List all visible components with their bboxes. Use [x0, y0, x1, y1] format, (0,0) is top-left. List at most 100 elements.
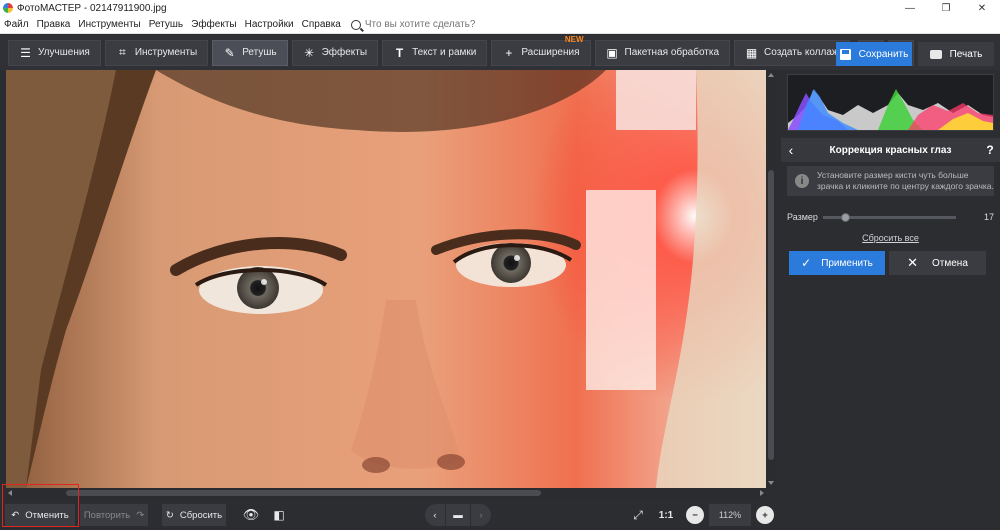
menu-tools[interactable]: Инструменты: [74, 19, 144, 30]
menu-retouch[interactable]: Ретушь: [145, 19, 187, 30]
size-control: Размер 17: [787, 210, 994, 224]
reset-all-link[interactable]: Сбросить все: [781, 233, 1000, 243]
size-slider[interactable]: [823, 212, 956, 222]
magic-wand-icon: ✳: [304, 45, 315, 60]
zoom-in-button[interactable]: +: [756, 506, 774, 524]
apply-button[interactable]: ✓ Применить: [789, 251, 885, 275]
floppy-icon: [839, 48, 851, 60]
tab-label: Ретушь: [242, 47, 277, 58]
vertical-scrollbar[interactable]: [766, 70, 776, 488]
reset-label: Сбросить: [179, 509, 223, 521]
size-label: Размер: [787, 212, 818, 222]
redo-icon: ↷: [136, 509, 145, 521]
folder-icon: ▬: [453, 509, 463, 521]
scroll-right-icon[interactable]: [760, 490, 764, 496]
search-input[interactable]: [364, 19, 485, 30]
cancel-button[interactable]: ✕ Отмена: [889, 251, 986, 275]
compare-button[interactable]: ◧: [268, 504, 290, 526]
back-arrow-icon[interactable]: ‹: [781, 142, 801, 158]
horizontal-scroll-thumb[interactable]: [66, 490, 541, 496]
fit-to-screen-button[interactable]: ⤢: [627, 504, 649, 526]
close-icon: ✕: [907, 255, 918, 270]
tab-label: Пакетная обработка: [624, 47, 720, 58]
text-icon: T: [395, 45, 404, 60]
zoom-out-button[interactable]: −: [686, 506, 704, 524]
previous-image-button[interactable]: ‹: [425, 504, 445, 526]
tab-batch-processing[interactable]: ▣ Пакетная обработка: [594, 39, 731, 66]
collage-icon: ▦: [745, 45, 758, 60]
close-button[interactable]: ✕: [964, 0, 1000, 16]
scroll-left-icon[interactable]: [8, 490, 12, 496]
reset-button[interactable]: ↻ Сбросить: [162, 504, 226, 526]
tab-label: Создать коллаж: [764, 47, 839, 58]
app-logo-icon: [3, 3, 13, 13]
info-box: i Установите размер кисти чуть больше зр…: [787, 166, 994, 196]
info-icon: i: [795, 174, 809, 188]
actual-size-button[interactable]: 1:1: [655, 504, 677, 526]
menu-edit[interactable]: Правка: [33, 19, 75, 30]
brush-icon: ✎: [224, 45, 235, 60]
tab-extensions[interactable]: + Расширения NEW: [491, 35, 591, 66]
panel-title: Коррекция красных глаз: [829, 144, 952, 156]
command-search: [350, 19, 485, 30]
tab-label: Эффекты: [321, 47, 368, 58]
printer-icon: [929, 49, 942, 59]
print-label: Печать: [949, 48, 983, 60]
help-icon[interactable]: ?: [980, 143, 1000, 157]
tab-effects[interactable]: ✳ Эффекты: [291, 39, 379, 66]
undo-button[interactable]: ↶ Отменить: [5, 504, 75, 526]
maximize-button[interactable]: ❐: [928, 0, 964, 16]
histogram: [787, 74, 994, 131]
size-value: 17: [983, 212, 994, 222]
open-folder-button[interactable]: ▬: [446, 504, 470, 526]
minimize-button[interactable]: —: [892, 0, 928, 16]
horizontal-scrollbar[interactable]: [6, 488, 766, 498]
eye-icon: 👁: [242, 507, 260, 522]
tab-label: Текст и рамки: [412, 47, 477, 58]
zoom-value[interactable]: 112%: [709, 504, 751, 526]
bottom-bar: ↶ Отменить Повторить ↷ ↻ Сбросить 👁 ◧ ‹ …: [0, 499, 781, 530]
next-image-button[interactable]: ›: [471, 504, 491, 526]
photo-canvas[interactable]: [6, 70, 766, 488]
histogram-graph: [788, 89, 993, 130]
plus-icon: +: [505, 45, 513, 60]
window-controls: — ❐ ✕: [892, 0, 1000, 16]
tab-retouch[interactable]: ✎ Ретушь: [212, 39, 288, 66]
reset-icon: ↻: [165, 509, 174, 521]
vertical-scroll-thumb[interactable]: [768, 170, 774, 460]
tab-text-frames[interactable]: T Текст и рамки: [382, 39, 488, 66]
scroll-down-icon[interactable]: [768, 481, 774, 485]
save-button[interactable]: Сохранить: [836, 42, 912, 66]
window-title: ФотоМАСТЕР - 02147911900.jpg: [17, 2, 167, 14]
print-button[interactable]: Печать: [918, 42, 994, 66]
search-icon: [350, 19, 361, 30]
cancel-label: Отмена: [932, 257, 968, 269]
preview-eye-button[interactable]: 👁: [240, 504, 262, 526]
right-panel: ‹ Коррекция красных глаз ? i Установите …: [781, 70, 1000, 530]
redo-label: Повторить: [83, 509, 131, 521]
minus-icon: −: [692, 509, 698, 521]
crop-icon: ⌗: [118, 45, 126, 59]
tab-label: Улучшения: [38, 47, 90, 58]
undo-label: Отменить: [25, 509, 69, 521]
scroll-up-icon[interactable]: [768, 73, 774, 77]
menu-effects[interactable]: Эффекты: [187, 19, 240, 30]
info-text: Установите размер кисти чуть больше зрач…: [817, 170, 994, 191]
new-badge: NEW: [564, 34, 584, 44]
menu-bar: Файл Правка Инструменты Ретушь Эффекты Н…: [0, 16, 1000, 34]
menu-file[interactable]: Файл: [0, 19, 33, 30]
portrait-photo: [6, 70, 766, 488]
batch-icon: ▣: [606, 45, 618, 60]
tab-tools[interactable]: ⌗ Инструменты: [104, 39, 209, 66]
undo-icon: ↶: [11, 509, 20, 521]
plus-icon: +: [762, 509, 768, 521]
title-bar: ФотоМАСТЕР - 02147911900.jpg — ❐ ✕: [0, 0, 1000, 16]
menu-help[interactable]: Справка: [298, 19, 345, 30]
tab-enhancements[interactable]: ☰ Улучшения: [8, 39, 101, 66]
tab-create-collage[interactable]: ▦ Создать коллаж: [734, 39, 850, 66]
apply-label: Применить: [821, 257, 873, 269]
menu-settings[interactable]: Настройки: [241, 19, 298, 30]
compare-icon: ◧: [273, 508, 285, 522]
size-slider-knob[interactable]: [841, 212, 850, 222]
redo-button[interactable]: Повторить ↷: [80, 504, 148, 526]
